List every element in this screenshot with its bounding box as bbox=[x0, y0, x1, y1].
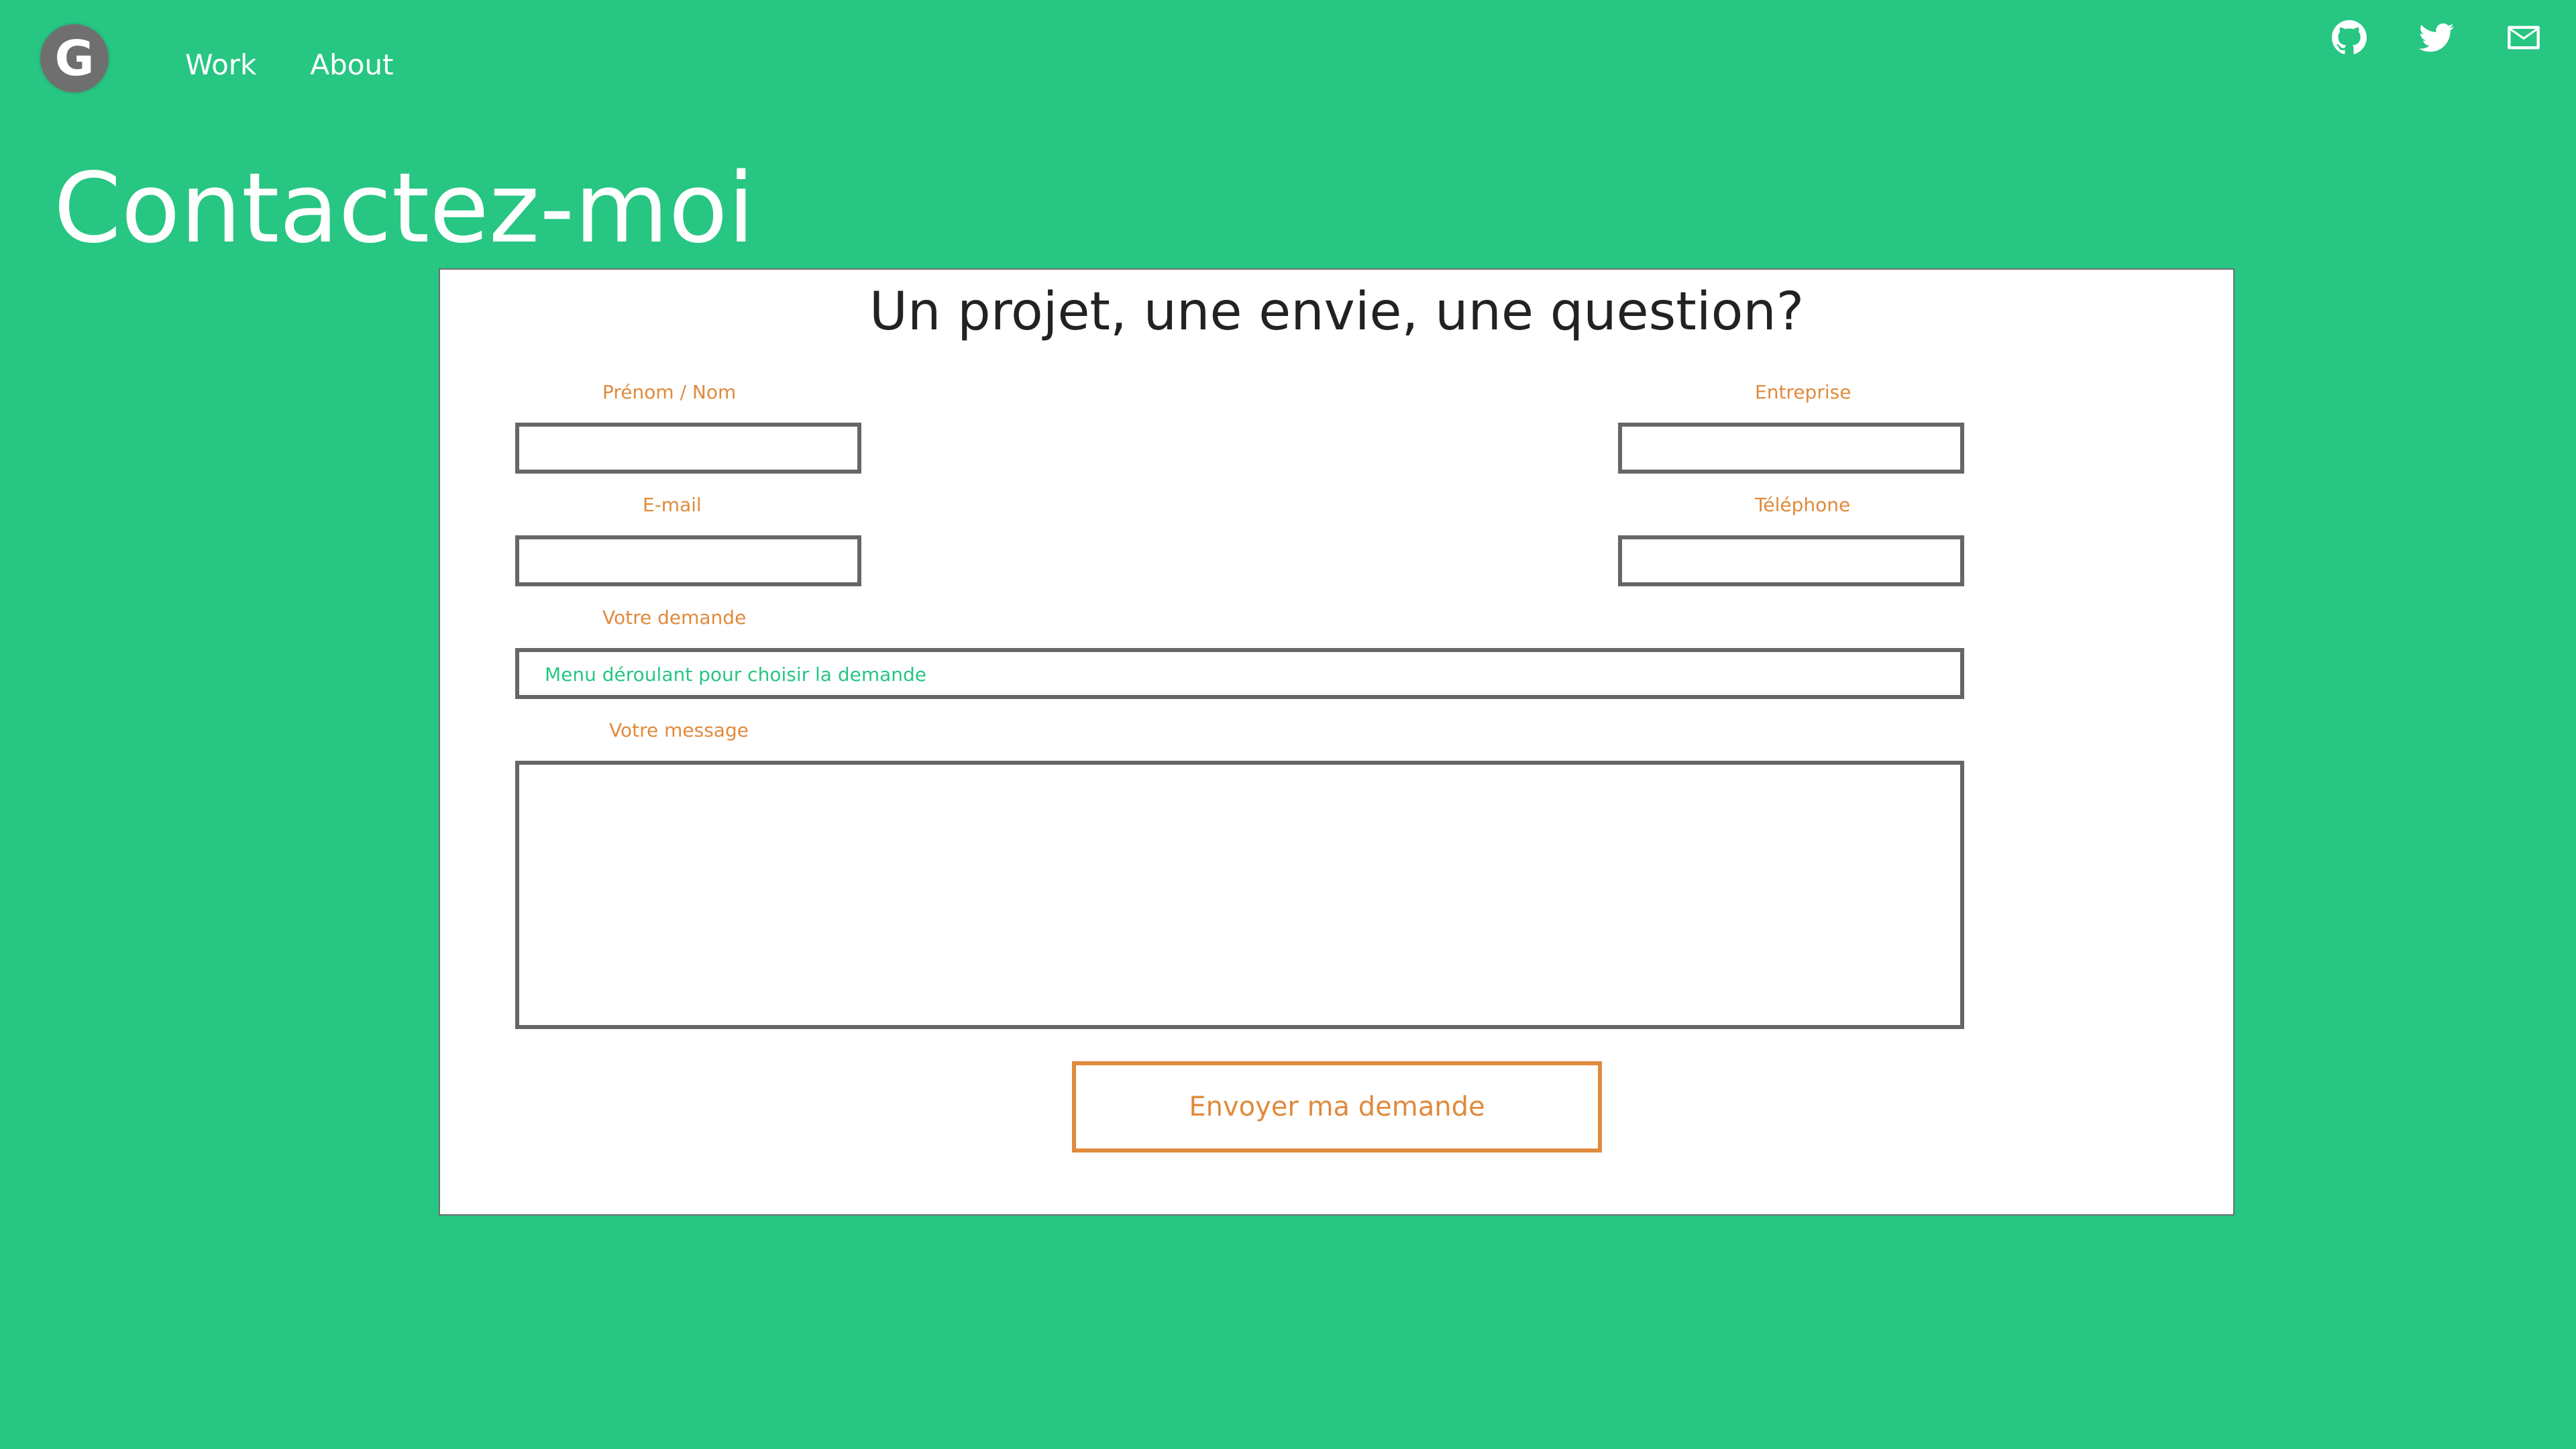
logo-icon[interactable]: G bbox=[40, 24, 109, 93]
message-textarea[interactable] bbox=[515, 761, 1964, 1029]
contact-form-card: Un projet, une envie, une question? Prén… bbox=[439, 268, 2235, 1216]
name-input[interactable] bbox=[515, 423, 861, 474]
github-link[interactable] bbox=[2332, 20, 2367, 55]
request-select[interactable]: Menu déroulant pour choisir la demande bbox=[515, 648, 1964, 699]
logo-letter: G bbox=[54, 30, 95, 87]
github-icon bbox=[2332, 20, 2367, 54]
request-select-placeholder: Menu déroulant pour choisir la demande bbox=[545, 663, 927, 686]
company-input[interactable] bbox=[1618, 423, 1964, 474]
twitter-icon bbox=[2419, 23, 2454, 52]
phone-label: Téléphone bbox=[1755, 494, 1851, 516]
request-label: Votre demande bbox=[602, 606, 747, 629]
page-title: Contactez-moi bbox=[54, 152, 755, 264]
email-input[interactable] bbox=[515, 535, 861, 586]
form-heading: Un projet, une envie, une question? bbox=[869, 282, 1805, 342]
phone-input[interactable] bbox=[1618, 535, 1964, 586]
submit-button[interactable]: Envoyer ma demande bbox=[1072, 1061, 1602, 1152]
name-label: Prénom / Nom bbox=[602, 381, 737, 403]
email-label: E-mail bbox=[643, 494, 702, 516]
nav-item-work[interactable]: Work bbox=[185, 48, 256, 82]
nav-item-about[interactable]: About bbox=[310, 48, 393, 82]
message-label: Votre message bbox=[609, 719, 749, 741]
mail-icon bbox=[2508, 25, 2540, 50]
company-label: Entreprise bbox=[1755, 381, 1851, 403]
twitter-link[interactable] bbox=[2419, 20, 2454, 55]
mail-link[interactable] bbox=[2506, 20, 2541, 55]
main-nav: Work About bbox=[185, 48, 394, 82]
social-links bbox=[2332, 20, 2541, 55]
